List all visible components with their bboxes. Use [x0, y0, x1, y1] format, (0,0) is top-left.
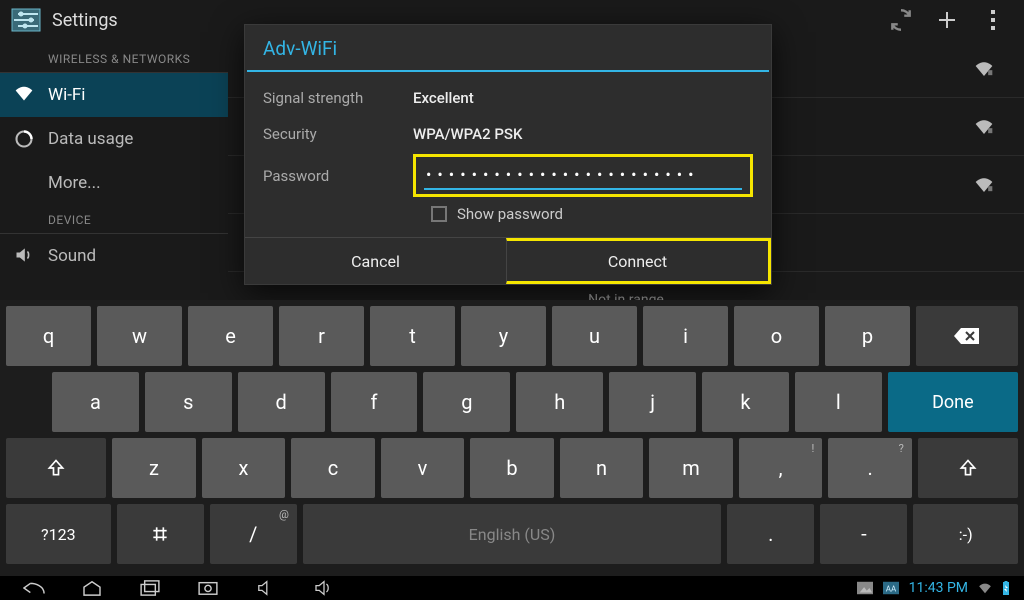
wifi-connect-dialog: Adv-WiFi Signal strength Excellent Secur… — [244, 24, 772, 285]
refresh-scan-icon[interactable] — [878, 0, 924, 40]
key-p[interactable]: p — [825, 306, 910, 366]
show-password-row[interactable]: Show password — [431, 205, 753, 223]
data-usage-icon — [14, 129, 34, 149]
keyboard-row-1: q w e r t y u i o p — [6, 306, 1018, 366]
overflow-menu-icon[interactable] — [970, 0, 1016, 40]
clock: 11:43 PM — [909, 580, 968, 596]
key-comma[interactable]: ,! — [739, 438, 823, 498]
recents-button[interactable] — [130, 576, 170, 600]
sidebar-item-sound[interactable]: Sound — [0, 234, 228, 278]
key-y[interactable]: y — [461, 306, 546, 366]
key-input-method[interactable] — [117, 504, 204, 564]
key-a[interactable]: a — [52, 372, 139, 432]
dialog-title: Adv-WiFi — [245, 25, 771, 70]
key-v[interactable]: v — [381, 438, 465, 498]
key-w[interactable]: w — [97, 306, 182, 366]
password-input[interactable] — [424, 163, 742, 190]
battery-status-icon — [1002, 581, 1010, 595]
keyboard-row-2: a s d f g h j k l Done — [6, 372, 1018, 432]
sidebar-item-data-usage[interactable]: Data usage — [0, 117, 228, 161]
key-x[interactable]: x — [202, 438, 286, 498]
key-u[interactable]: u — [552, 306, 637, 366]
signal-strength-value: Excellent — [413, 89, 474, 107]
back-button[interactable] — [14, 576, 54, 600]
picture-status-icon — [857, 581, 873, 595]
key-m[interactable]: m — [649, 438, 733, 498]
security-value: WPA/WPA2 PSK — [413, 125, 522, 143]
key-b[interactable]: b — [470, 438, 554, 498]
volume-down-icon[interactable] — [246, 576, 286, 600]
key-space[interactable]: English (US) — [303, 504, 721, 564]
key-smiley[interactable]: :-) — [913, 504, 1018, 564]
sidebar-item-label: Wi-Fi — [48, 85, 85, 105]
key-g[interactable]: g — [423, 372, 510, 432]
settings-app-icon — [8, 5, 44, 35]
signal-strength-label: Signal strength — [263, 89, 413, 107]
soft-keyboard: q w e r t y u i o p a s d f g h j k l Do… — [0, 300, 1024, 576]
add-network-icon[interactable] — [924, 0, 970, 40]
password-field-highlight — [413, 154, 753, 197]
key-symbols[interactable]: ?123 — [6, 504, 111, 564]
wifi-signal-icon — [974, 61, 994, 76]
show-password-checkbox[interactable] — [431, 206, 447, 222]
sidebar-item-label: Data usage — [48, 129, 133, 149]
key-j[interactable]: j — [609, 372, 696, 432]
password-label: Password — [263, 167, 413, 185]
sidebar-item-more[interactable]: More... — [0, 161, 228, 205]
key-r[interactable]: r — [279, 306, 364, 366]
key-done[interactable]: Done — [888, 372, 1018, 432]
key-k[interactable]: k — [702, 372, 789, 432]
volume-up-icon[interactable] — [304, 576, 344, 600]
show-password-label: Show password — [457, 205, 563, 223]
system-bar: AA 11:43 PM — [0, 576, 1024, 600]
actionbar-title: Settings — [52, 10, 118, 31]
key-period-2[interactable]: . — [727, 504, 814, 564]
svg-text:AA: AA — [885, 585, 896, 594]
keyboard-row-4: ?123 /@ English (US) . - :-) — [6, 504, 1018, 564]
security-label: Security — [263, 125, 413, 143]
sidebar-item-label: More... — [48, 173, 101, 193]
key-slash[interactable]: /@ — [210, 504, 297, 564]
sidebar-item-label: Sound — [48, 246, 96, 266]
key-c[interactable]: c — [291, 438, 375, 498]
key-d[interactable]: d — [238, 372, 325, 432]
ime-status-icon: AA — [883, 581, 899, 595]
key-s[interactable]: s — [145, 372, 232, 432]
wifi-signal-icon — [974, 119, 994, 134]
key-backspace[interactable] — [916, 306, 1018, 366]
key-f[interactable]: f — [331, 372, 418, 432]
wifi-icon — [14, 85, 34, 105]
key-dash[interactable]: - — [820, 504, 907, 564]
wifi-status-icon — [978, 582, 992, 594]
cancel-button[interactable]: Cancel — [245, 238, 506, 284]
section-header-device: DEVICE — [0, 205, 228, 234]
key-period[interactable]: .? — [828, 438, 912, 498]
key-n[interactable]: n — [560, 438, 644, 498]
key-h[interactable]: h — [516, 372, 603, 432]
connect-button[interactable]: Connect — [506, 238, 771, 284]
key-q[interactable]: q — [6, 306, 91, 366]
screenshot-button[interactable] — [188, 576, 228, 600]
key-l[interactable]: l — [795, 372, 882, 432]
key-z[interactable]: z — [112, 438, 196, 498]
section-header-wireless: WIRELESS & NETWORKS — [0, 44, 228, 73]
wifi-signal-icon — [974, 177, 994, 192]
key-shift-left[interactable] — [6, 438, 106, 498]
keyboard-row-3: z x c v b n m ,! .? — [6, 438, 1018, 498]
sound-icon — [14, 246, 34, 266]
key-e[interactable]: e — [188, 306, 273, 366]
key-t[interactable]: t — [370, 306, 455, 366]
home-button[interactable] — [72, 576, 112, 600]
sidebar-item-wifi[interactable]: Wi-Fi — [0, 73, 228, 117]
key-o[interactable]: o — [734, 306, 819, 366]
key-shift-right[interactable] — [918, 438, 1018, 498]
key-i[interactable]: i — [643, 306, 728, 366]
